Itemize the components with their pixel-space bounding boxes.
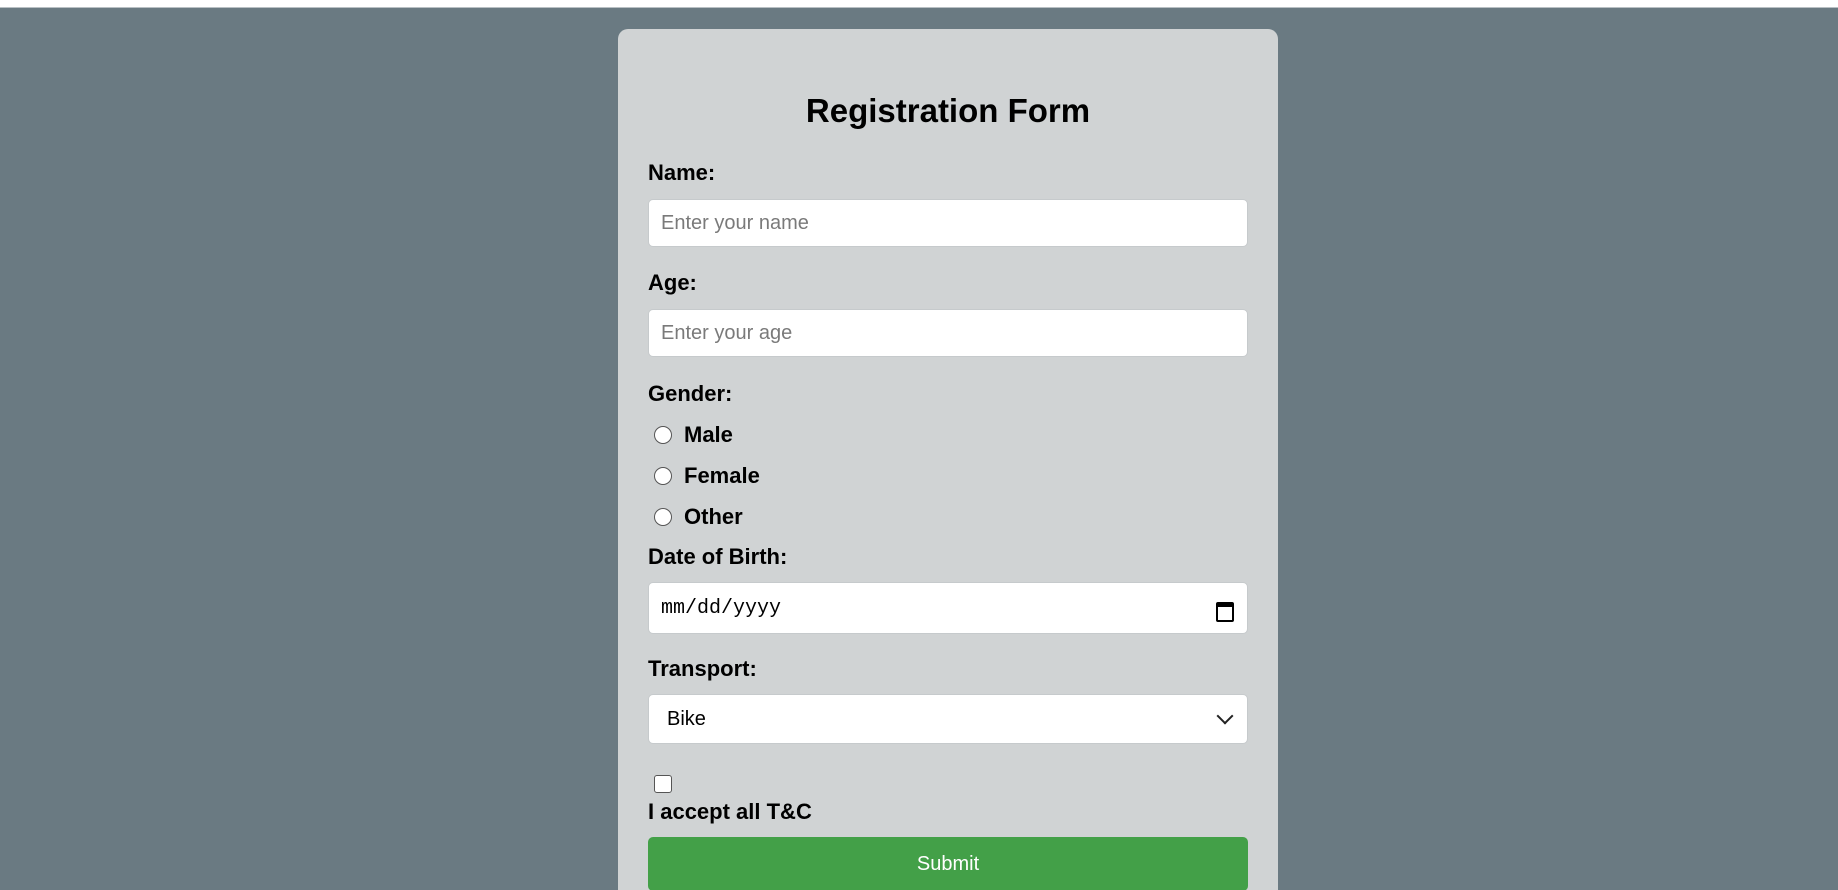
dob-input[interactable]: mm/dd/yyyy [648,582,1248,634]
registration-form-card: Registration Form Name: Age: Gender: Mal… [618,29,1278,890]
radio-female[interactable] [654,467,672,485]
name-label: Name: [648,160,716,185]
gender-option-female[interactable]: Female [654,462,760,490]
browser-top-strip [0,0,1838,8]
radio-label-male: Male [684,422,733,447]
dob-label: Date of Birth: [648,544,788,569]
transport-selected-value: Bike [667,707,706,730]
calendar-icon[interactable] [1215,599,1234,622]
dob-placeholder: mm/dd/yyyy [661,596,782,620]
gender-option-male[interactable]: Male [654,421,733,449]
transport-label: Transport: [648,656,757,681]
transport-select[interactable]: Bike [648,694,1248,744]
terms-label: I accept all T&C [648,799,812,824]
radio-label-female: Female [684,463,760,488]
age-input[interactable] [648,309,1248,357]
radio-label-other: Other [684,504,743,529]
radio-other[interactable] [654,508,672,526]
chevron-down-icon [1216,707,1234,725]
gender-label: Gender: [648,381,733,406]
radio-male[interactable] [654,426,672,444]
terms-checkbox[interactable] [654,775,672,793]
submit-button[interactable]: Submit [648,837,1248,890]
form-title: Registration Form [805,92,1091,129]
name-input[interactable] [648,199,1248,247]
age-label: Age: [648,270,697,295]
gender-option-other[interactable]: Other [654,503,743,531]
